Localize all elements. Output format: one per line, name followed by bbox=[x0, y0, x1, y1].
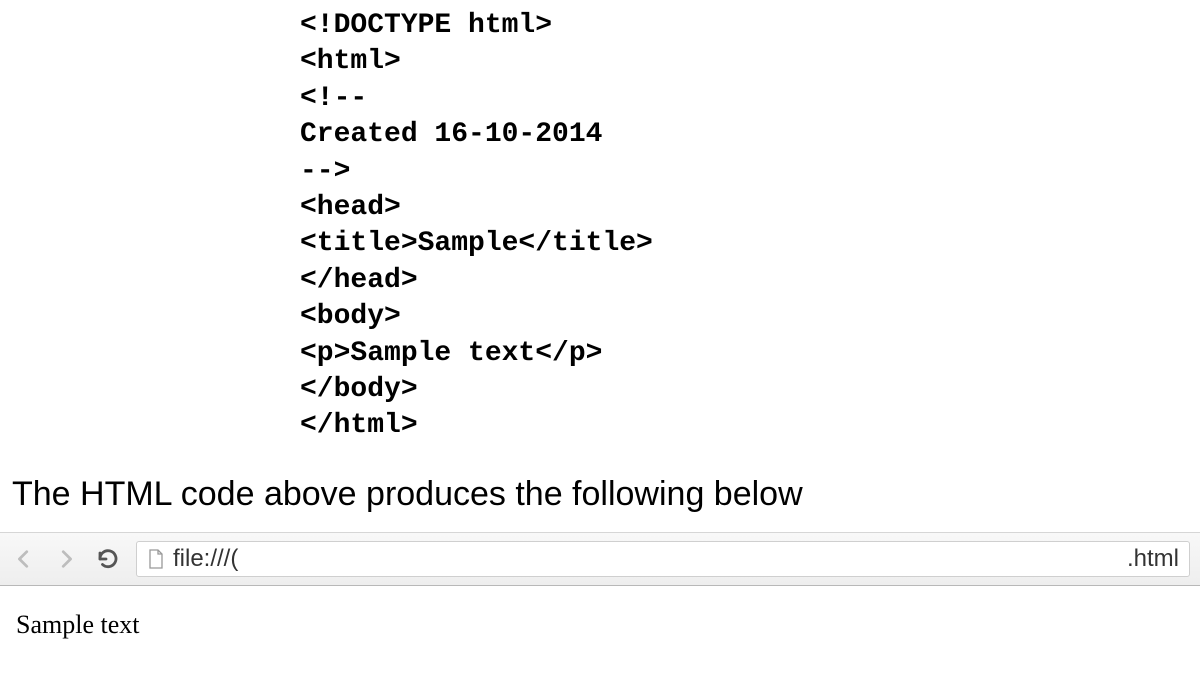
code-line: Created 16-10-2014 bbox=[300, 119, 602, 150]
file-icon bbox=[147, 548, 165, 570]
rendered-output: Sample text bbox=[0, 586, 1200, 664]
code-line: </html> bbox=[300, 410, 418, 441]
reload-button[interactable] bbox=[94, 545, 122, 573]
code-line: <body> bbox=[300, 301, 401, 332]
code-line: <head> bbox=[300, 192, 401, 223]
code-line: <!-- bbox=[300, 83, 367, 114]
code-line: --> bbox=[300, 156, 350, 187]
code-line: </head> bbox=[300, 265, 418, 296]
url-extension: .html bbox=[1127, 545, 1179, 573]
browser-toolbar: file:///( .html bbox=[0, 532, 1200, 586]
output-paragraph: Sample text bbox=[16, 610, 139, 639]
code-line: <title>Sample</title> bbox=[300, 228, 653, 259]
code-line: <!DOCTYPE html> bbox=[300, 10, 552, 41]
forward-button[interactable] bbox=[52, 545, 80, 573]
url-text: file:///( bbox=[173, 545, 1119, 573]
code-line: </body> bbox=[300, 374, 418, 405]
back-button[interactable] bbox=[10, 545, 38, 573]
code-line: <p>Sample text</p> bbox=[300, 338, 602, 369]
caption-text: The HTML code above produces the followi… bbox=[12, 475, 1200, 514]
code-block: <!DOCTYPE html> <html> <!-- Created 16-1… bbox=[300, 0, 1200, 445]
address-bar[interactable]: file:///( .html bbox=[136, 541, 1190, 577]
code-line: <html> bbox=[300, 46, 401, 77]
